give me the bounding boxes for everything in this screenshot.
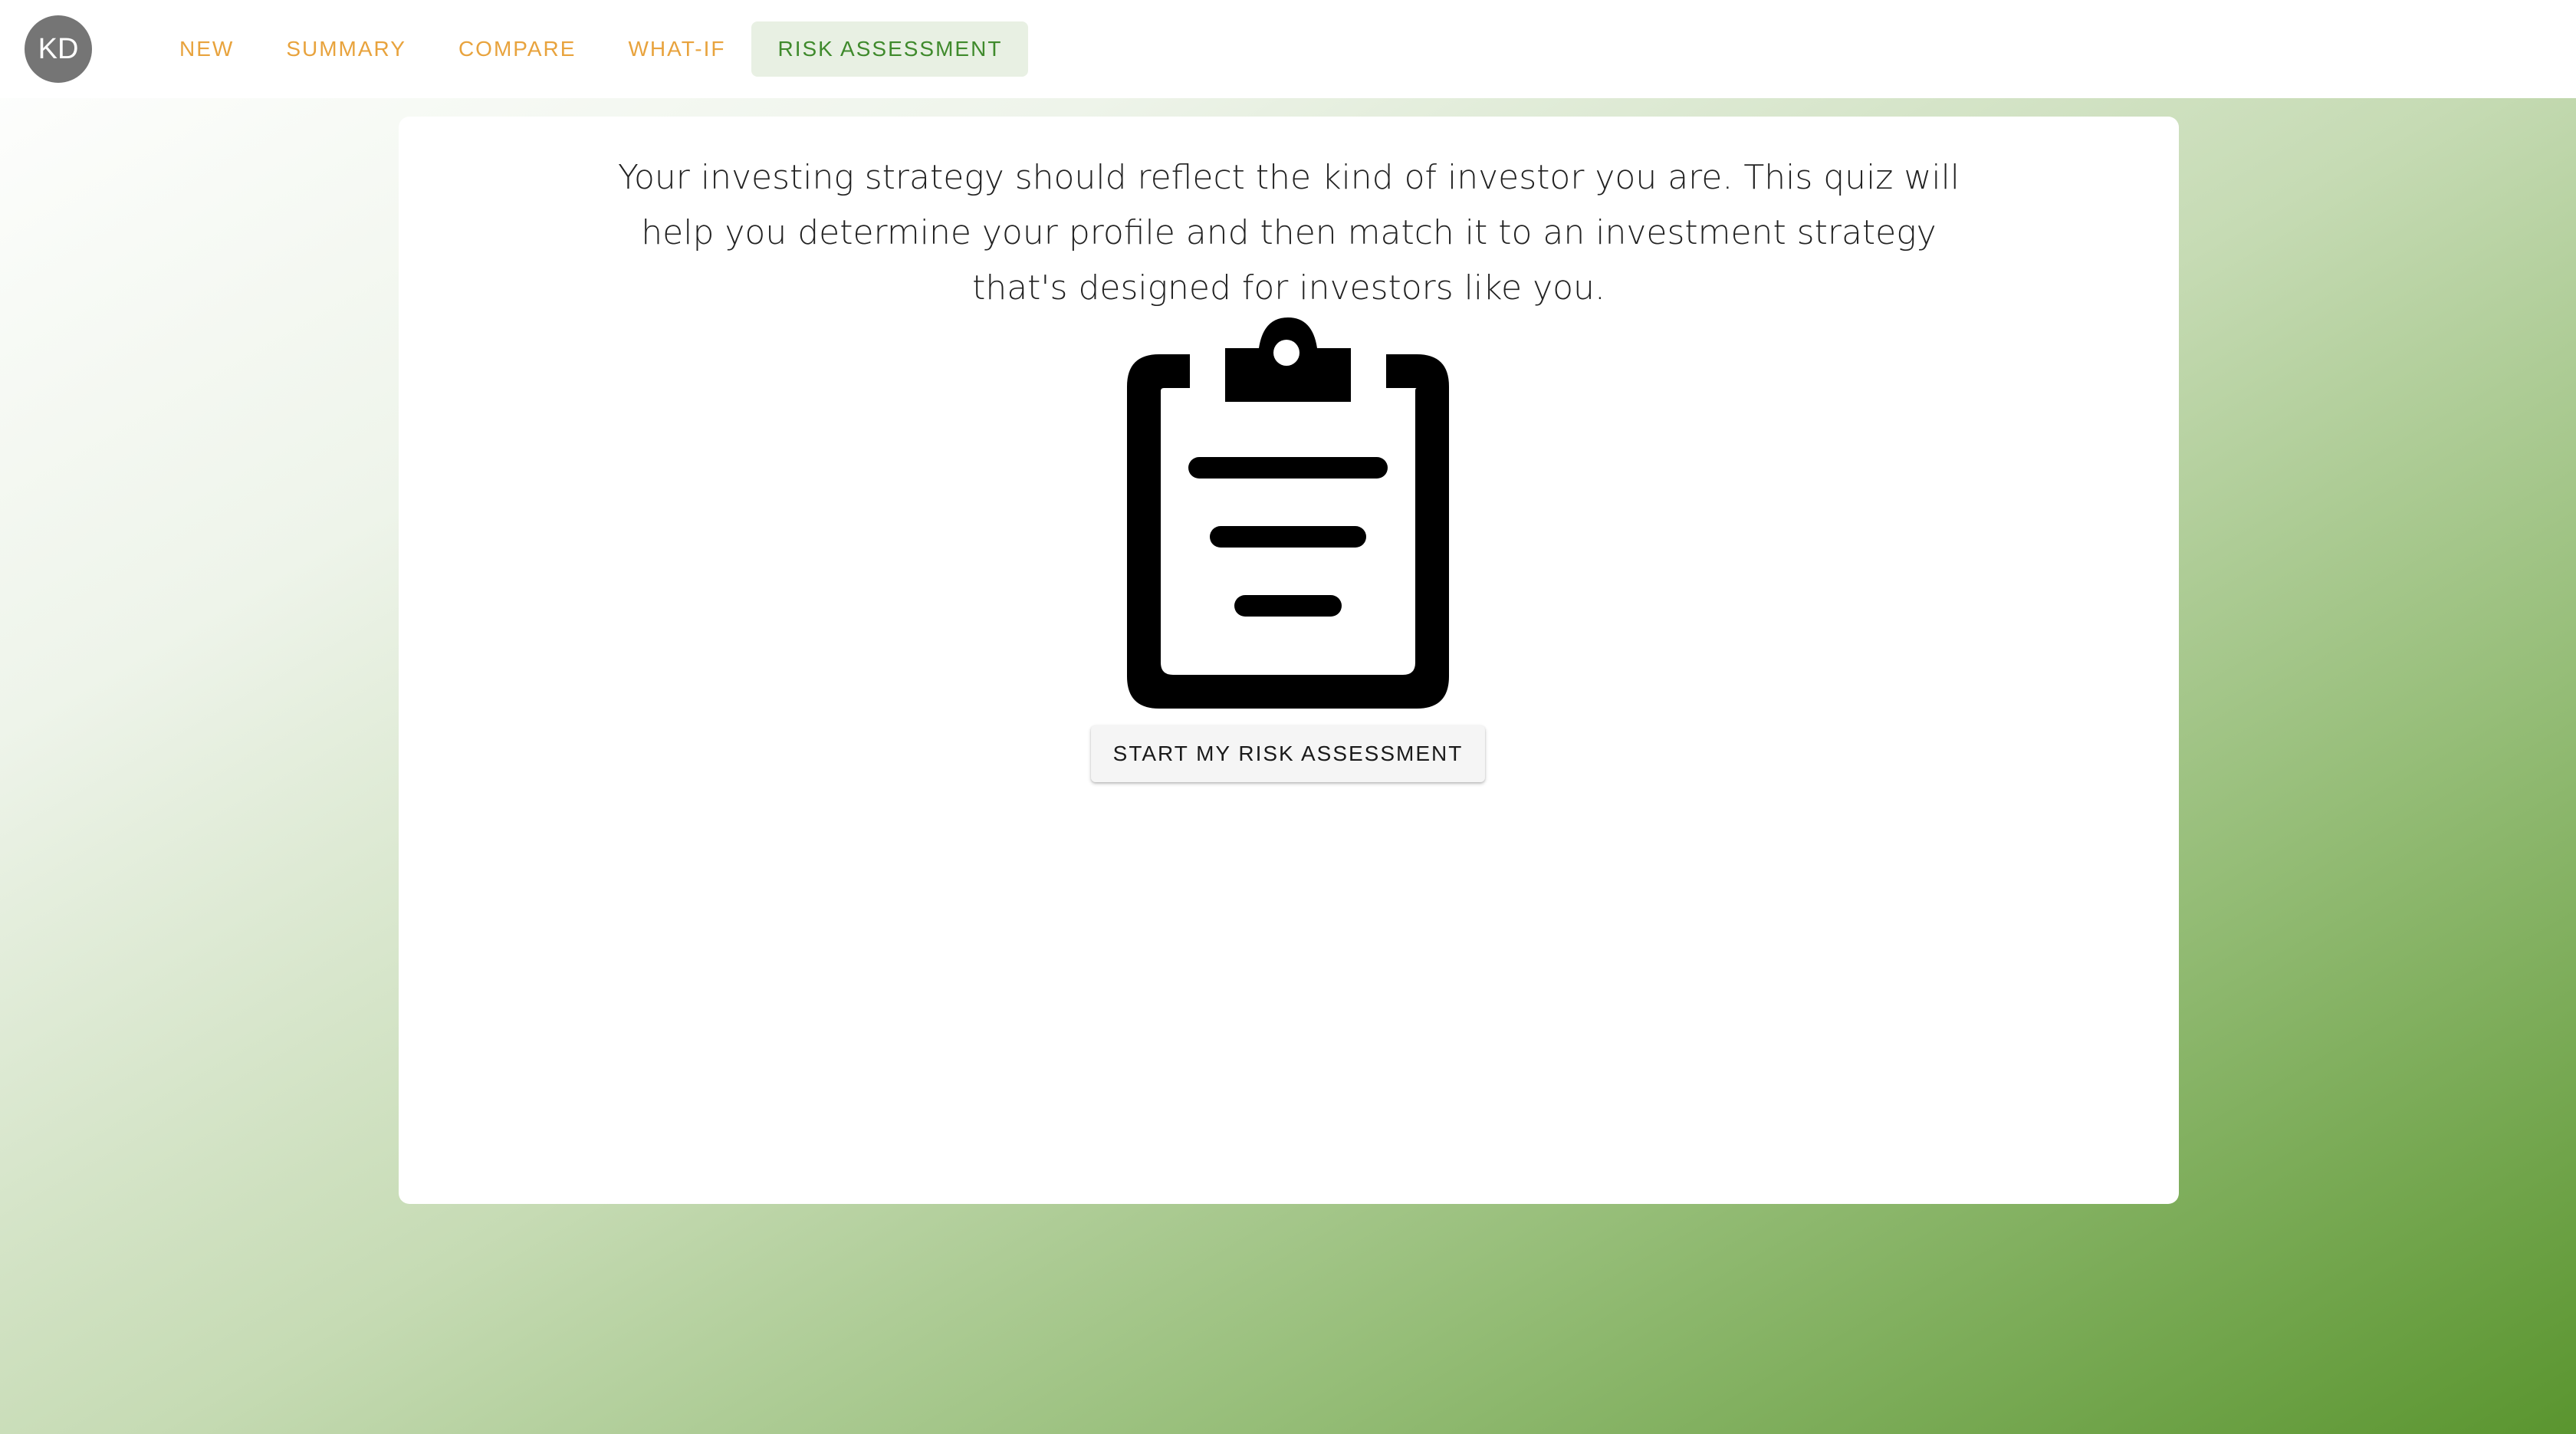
tab-compare[interactable]: COMPARE (432, 21, 603, 77)
tab-summary[interactable]: SUMMARY (260, 21, 432, 77)
main-nav-tabs: NEW SUMMARY COMPARE WHAT-IF RISK ASSESSM… (153, 21, 1029, 77)
intro-text: Your investing strategy should reflect t… (399, 150, 2179, 316)
start-risk-assessment-button[interactable]: START MY RISK ASSESSMENT (1091, 725, 1485, 782)
intro-line: Your investing strategy should reflect t… (617, 158, 1960, 197)
intro-line: help you determine your profile and then… (641, 213, 1937, 252)
clipboard-icon (1127, 317, 1449, 709)
tab-what-if[interactable]: WHAT-IF (602, 21, 751, 77)
user-avatar[interactable]: KD (25, 15, 92, 83)
risk-assessment-card: Your investing strategy should reflect t… (399, 117, 2179, 1204)
tab-new[interactable]: NEW (153, 21, 260, 77)
top-app-bar: KD NEW SUMMARY COMPARE WHAT-IF RISK ASSE… (0, 0, 2576, 98)
tab-risk-assessment[interactable]: RISK ASSESSMENT (751, 21, 1029, 77)
intro-line: that's designed for investors like you. (972, 268, 1605, 308)
